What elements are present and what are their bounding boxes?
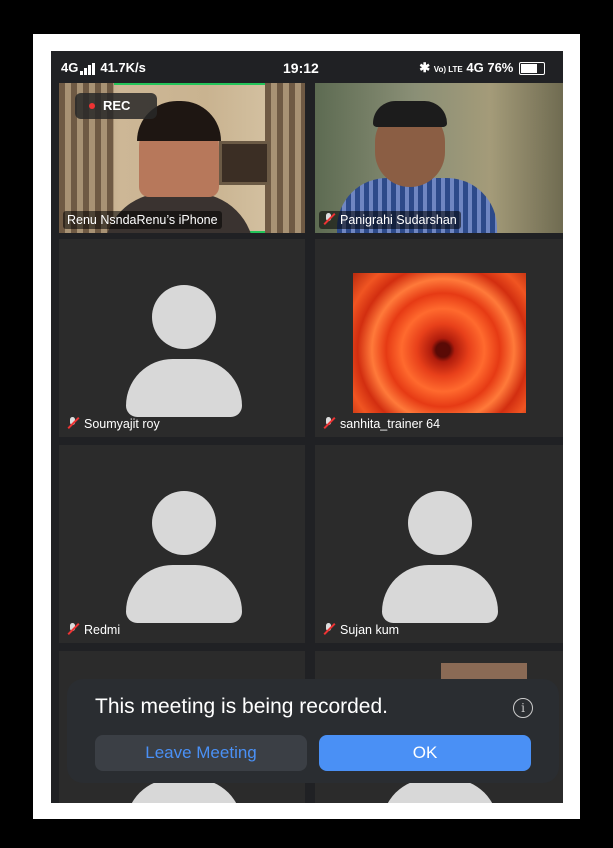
participant-name-label: sanhita_trainer 64 (319, 415, 444, 433)
muted-mic-icon (67, 623, 79, 635)
bluetooth-icon: ✱ (419, 60, 431, 75)
participant-tile-redmi[interactable]: Redmi (59, 445, 305, 643)
participant-name: Soumyajit roy (84, 417, 160, 431)
meeting-screen: 4G 41.7K/s 19:12 ✱ Vo) LTE 4G 76% REC Ren… (51, 51, 563, 803)
participant-name-label: Panigrahi Sudarshan (319, 211, 461, 229)
participant-tile-panigrahi[interactable]: Panigrahi Sudarshan (315, 83, 563, 233)
status-right: ✱ Vo) LTE 4G 76% (419, 60, 545, 76)
participant-name: Redmi (84, 623, 121, 637)
avatar-body (382, 565, 498, 623)
participant-name: Renu NsndaRenu’s iPhone (63, 211, 222, 229)
status-left: 4G 41.7K/s (61, 60, 146, 75)
participant-name-label: Sujan kum (319, 621, 403, 639)
participant-tile-sujan[interactable]: Sujan kum (315, 445, 563, 643)
participant-name: Panigrahi Sudarshan (340, 213, 457, 227)
recording-badge: REC (75, 93, 157, 119)
muted-mic-icon (323, 213, 335, 225)
participant-name-label: Redmi (63, 621, 124, 639)
signal-bars-icon (80, 60, 96, 75)
battery-percent: 76% (487, 60, 514, 75)
record-dot-icon (89, 103, 95, 109)
profile-picture-flower (353, 273, 526, 413)
ok-button[interactable]: OK (319, 735, 531, 771)
clock: 19:12 (283, 60, 319, 76)
rec-label: REC (103, 98, 131, 113)
avatar-body (126, 359, 242, 417)
participant-name: sanhita_trainer 64 (340, 417, 441, 431)
participant-name-label: Soumyajit roy (63, 415, 164, 433)
avatar-body (126, 565, 242, 623)
muted-mic-icon (323, 623, 335, 635)
network-type: 4G (61, 60, 79, 75)
muted-mic-icon (323, 417, 335, 429)
volte-indicator: Vo) LTE (433, 65, 463, 74)
leave-meeting-button[interactable]: Leave Meeting (95, 735, 307, 771)
participant-tile-soumyajit[interactable]: Soumyajit roy (59, 239, 305, 437)
avatar-head (408, 491, 472, 555)
participant-name: Sujan kum (340, 623, 400, 637)
avatar-head (152, 491, 216, 555)
network-type-2: 4G (466, 60, 484, 75)
status-bar: 4G 41.7K/s 19:12 ✱ Vo) LTE 4G 76% (51, 51, 563, 83)
data-speed: 41.7K/s (100, 60, 146, 75)
recording-notice-dialog: This meeting is being recorded. i Leave … (67, 679, 559, 783)
participant-tile-sanhita[interactable]: sanhita_trainer 64 (315, 239, 563, 437)
avatar-head (152, 285, 216, 349)
participant-tile-renu[interactable]: REC Renu NsndaRenu’s iPhone (59, 83, 305, 233)
info-icon[interactable]: i (513, 698, 533, 718)
battery-icon (519, 62, 545, 76)
recording-notice-message: This meeting is being recorded. (95, 695, 388, 718)
muted-mic-icon (67, 417, 79, 429)
